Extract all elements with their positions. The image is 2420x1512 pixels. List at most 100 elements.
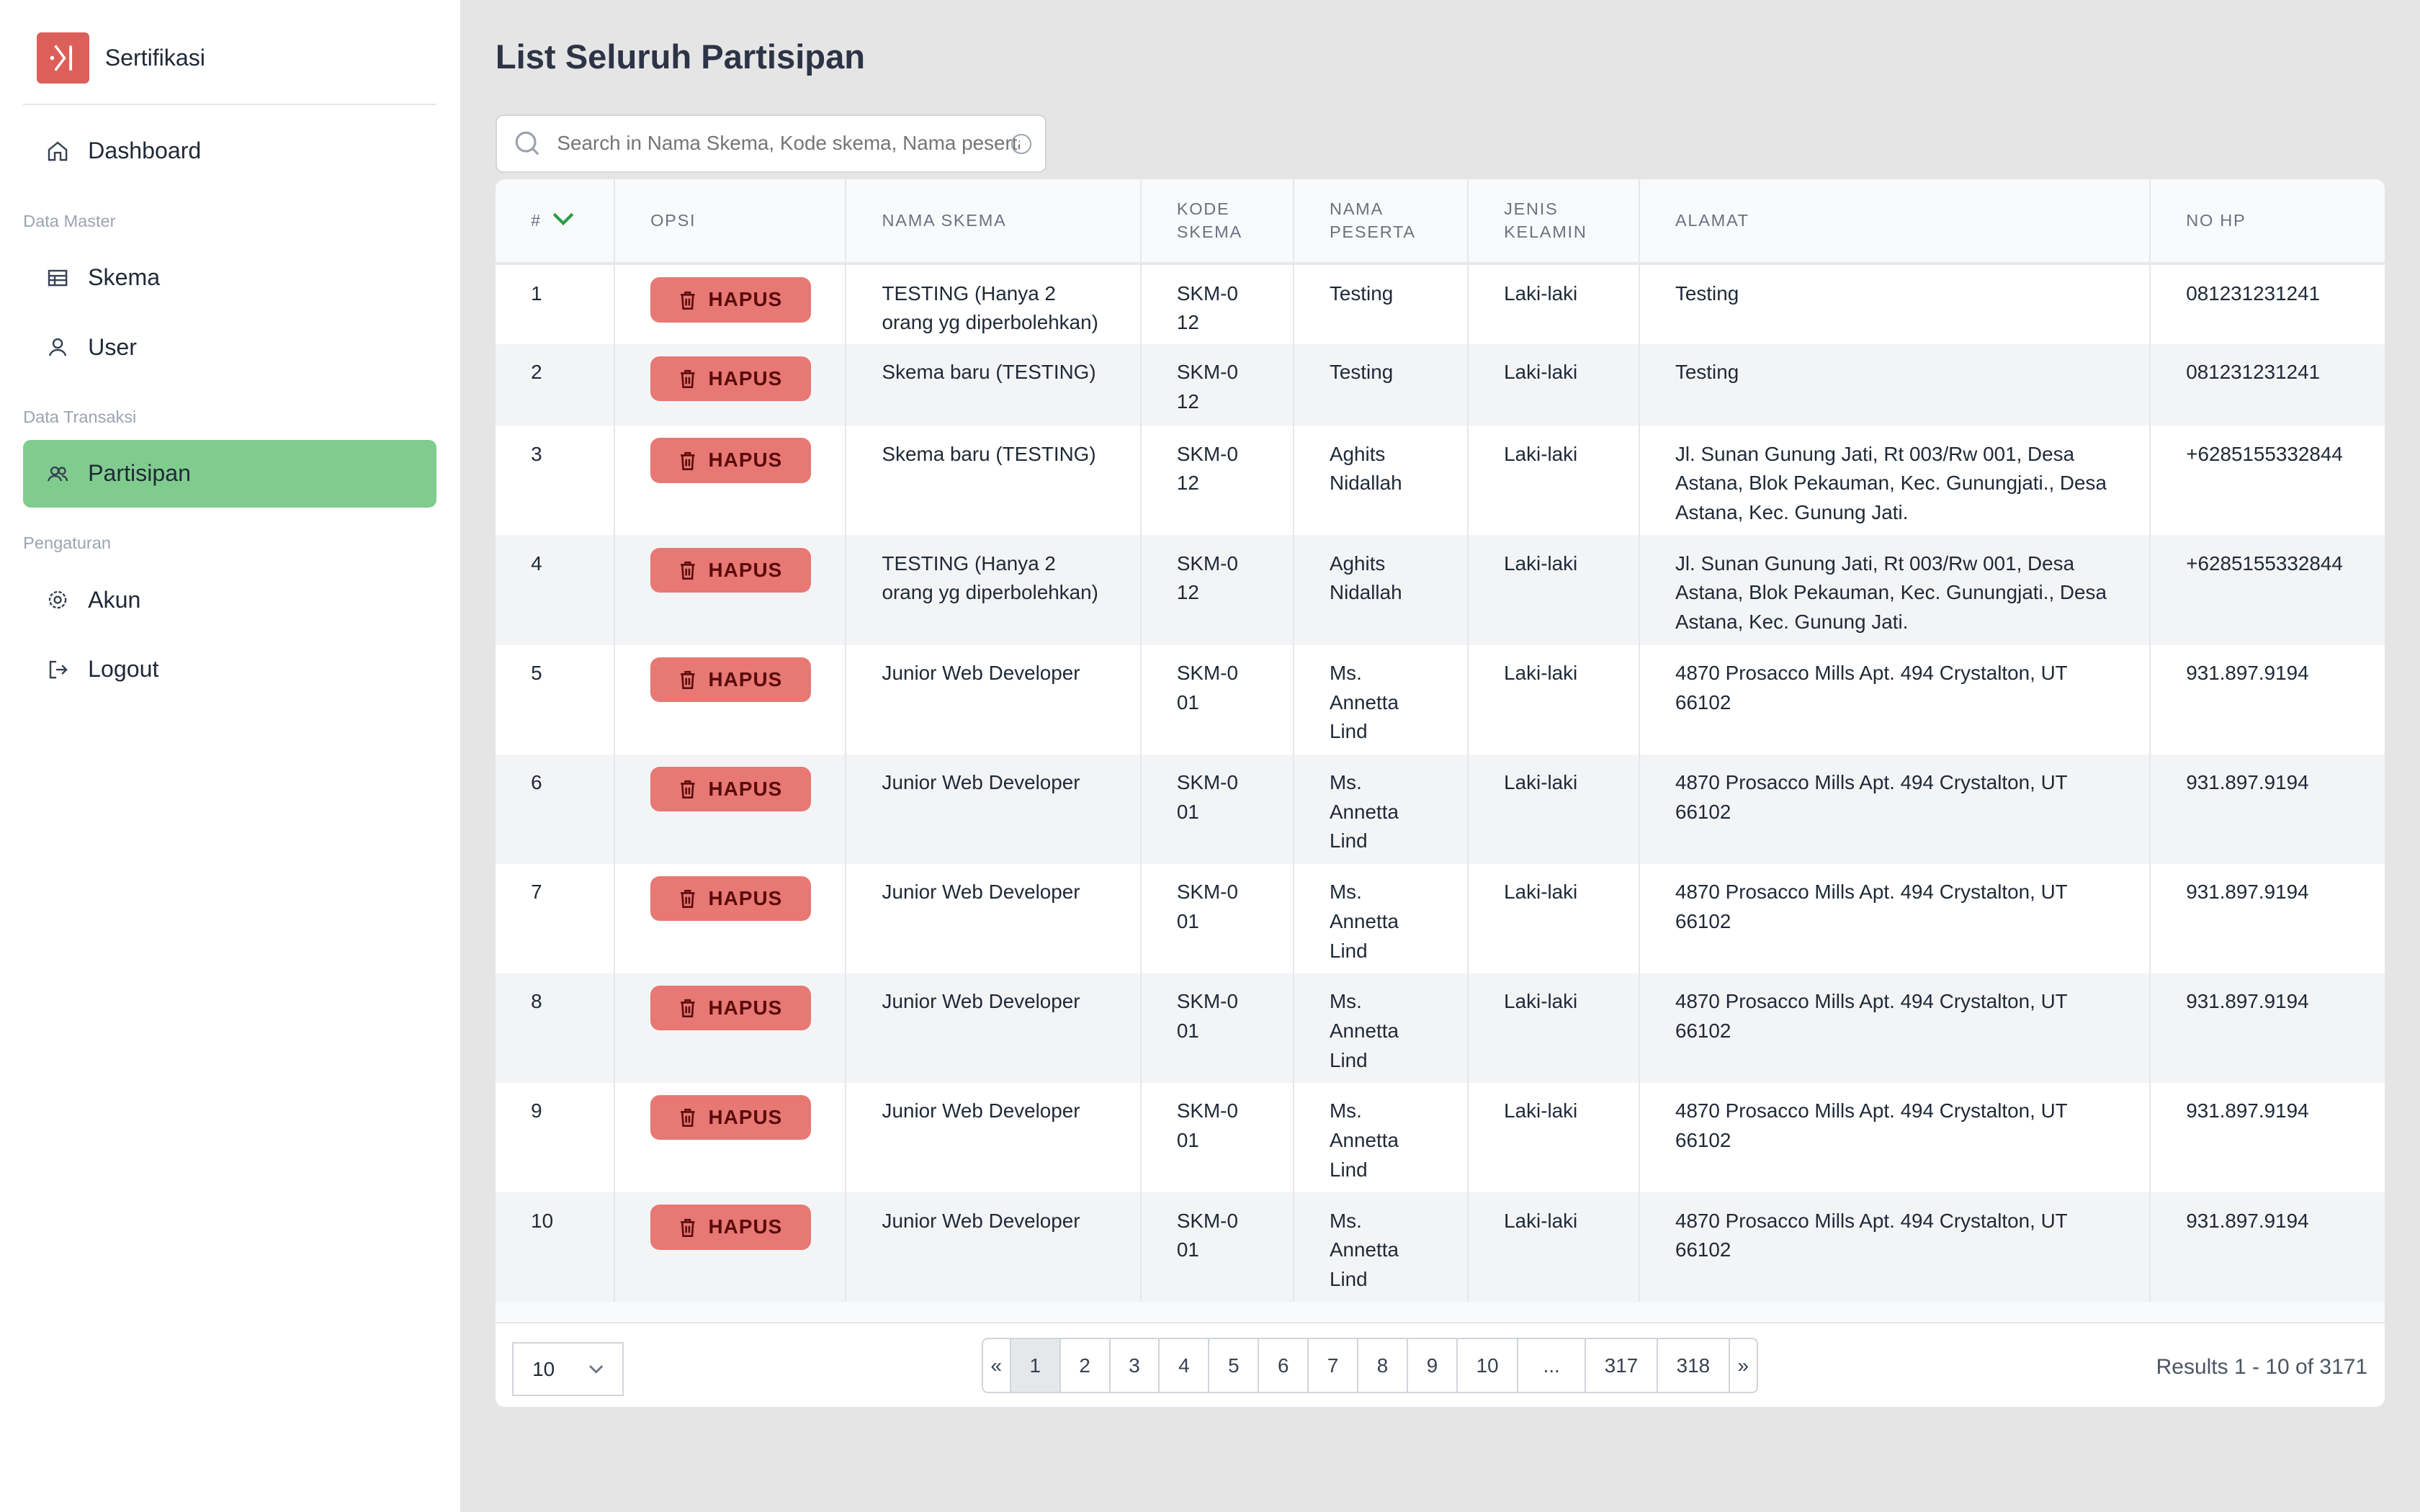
- cell-jenis-kelamin: Laki-laki: [1467, 343, 1640, 426]
- delete-label: HAPUS: [708, 449, 783, 472]
- cell-number: 8: [495, 973, 615, 1084]
- cell-nama-skema: Junior Web Developer: [846, 863, 1142, 973]
- search-box[interactable]: [495, 114, 1047, 173]
- delete-button[interactable]: HAPUS: [650, 876, 811, 922]
- cell-nama-peserta: Ms. Annetta Lind: [1293, 863, 1469, 973]
- table-footer-band: [495, 1302, 2385, 1324]
- column-header-nama-peserta[interactable]: NAMA PESERTA: [1293, 179, 1469, 266]
- cell-nama-skema: Junior Web Developer: [846, 973, 1142, 1084]
- table-row: 5 HAPUS Junior Web Developer SKM-001 Ms.…: [495, 644, 2385, 755]
- cell-nama-peserta: Ms. Annetta Lind: [1293, 644, 1469, 755]
- sidebar-item-label: Dashboard: [88, 138, 202, 164]
- page-button[interactable]: 2: [1061, 1339, 1111, 1392]
- cell-jenis-kelamin: Laki-laki: [1467, 1083, 1640, 1193]
- table-row: 4 HAPUS TESTING (Hanya 2 orang yg diperb…: [495, 535, 2385, 645]
- cell-alamat: 4870 Prosacco Mills Apt. 494 Crystalton,…: [1639, 1083, 2151, 1193]
- app: Sertifikasi Dashboard Data Master Skema …: [0, 0, 2420, 1512]
- section-pengaturan: Pengaturan: [23, 534, 111, 553]
- cell-nama-peserta: Ms. Annetta Lind: [1293, 1083, 1469, 1193]
- column-header-number[interactable]: #: [495, 179, 615, 266]
- page-button[interactable]: 6: [1259, 1339, 1309, 1392]
- cell-kode-skema: SKM-012: [1140, 426, 1294, 536]
- trash-icon: [680, 999, 695, 1018]
- page-title: List Seluruh Partisipan: [495, 37, 866, 76]
- column-header-kode-skema[interactable]: KODE SKEMA: [1140, 179, 1294, 266]
- next-page-button[interactable]: »: [1730, 1339, 1757, 1392]
- table-row: 3 HAPUS Skema baru (TESTING) SKM-012 Agh…: [495, 426, 2385, 536]
- sidebar-item-dashboard[interactable]: Dashboard: [23, 117, 436, 185]
- delete-button[interactable]: HAPUS: [650, 277, 811, 323]
- cell-number: 1: [495, 264, 615, 344]
- column-header-alamat[interactable]: ALAMAT: [1639, 179, 2151, 266]
- delete-button[interactable]: HAPUS: [650, 438, 811, 483]
- delete-button[interactable]: HAPUS: [650, 547, 811, 593]
- cell-jenis-kelamin: Laki-laki: [1467, 535, 1640, 645]
- sidebar-item-skema[interactable]: Skema: [23, 244, 436, 312]
- per-page-select[interactable]: 10: [512, 1342, 624, 1397]
- cell-alamat: 4870 Prosacco Mills Apt. 494 Crystalton,…: [1639, 1192, 2151, 1302]
- sidebar-item-partisipan[interactable]: Partisipan: [23, 439, 437, 508]
- prev-page-button[interactable]: «: [983, 1339, 1011, 1392]
- trash-icon: [680, 1218, 695, 1237]
- cell-opsi: HAPUS: [614, 863, 847, 973]
- sort-desc-icon[interactable]: [552, 211, 574, 226]
- delete-button[interactable]: HAPUS: [650, 1095, 811, 1140]
- page-button[interactable]: 4: [1160, 1339, 1210, 1392]
- cell-nama-peserta: Aghits Nidallah: [1293, 426, 1469, 536]
- trash-icon: [680, 451, 695, 470]
- cell-nama-skema: TESTING (Hanya 2 orang yg diperbolehkan): [846, 535, 1142, 645]
- delete-button[interactable]: HAPUS: [650, 1205, 811, 1250]
- cell-nama-skema: Junior Web Developer: [846, 644, 1142, 755]
- page-button[interactable]: 9: [1408, 1339, 1458, 1392]
- delete-label: HAPUS: [708, 777, 783, 800]
- column-header-jenis-kelamin[interactable]: JENIS KELAMIN: [1467, 179, 1640, 266]
- search-input[interactable]: [554, 130, 1023, 157]
- per-page-value: 10: [532, 1357, 555, 1380]
- section-data-transaksi: Data Transaksi: [23, 407, 137, 426]
- cell-jenis-kelamin: Laki-laki: [1467, 863, 1640, 973]
- delete-button[interactable]: HAPUS: [650, 657, 811, 702]
- trash-icon: [680, 780, 695, 798]
- cell-no-hp: 931.897.9194: [2149, 863, 2385, 973]
- sidebar-item-user[interactable]: User: [23, 313, 436, 381]
- cell-number: 2: [495, 343, 615, 426]
- sidebar-item-logout[interactable]: Logout: [23, 636, 436, 703]
- sidebar: Sertifikasi Dashboard Data Master Skema …: [0, 0, 460, 1512]
- cell-opsi: HAPUS: [614, 754, 847, 864]
- sidebar-item-akun[interactable]: Akun: [23, 566, 436, 634]
- delete-label: HAPUS: [708, 366, 783, 390]
- cell-no-hp: 931.897.9194: [2149, 973, 2385, 1084]
- participants-table: # OPSI NAMA SKEMA KODE SKEMA NAMA PESERT…: [495, 179, 2385, 1302]
- cell-kode-skema: SKM-001: [1140, 863, 1294, 973]
- cell-kode-skema: SKM-001: [1140, 754, 1294, 864]
- page-button[interactable]: 10: [1458, 1339, 1519, 1392]
- sidebar-item-label: User: [88, 333, 137, 360]
- delete-label: HAPUS: [708, 1106, 783, 1129]
- column-header-no-hp[interactable]: NO HP: [2149, 179, 2385, 266]
- cell-number: 7: [495, 863, 615, 973]
- page-button[interactable]: 317: [1586, 1339, 1658, 1392]
- cell-number: 5: [495, 644, 615, 755]
- delete-button[interactable]: HAPUS: [650, 986, 811, 1031]
- cell-alamat: 4870 Prosacco Mills Apt. 494 Crystalton,…: [1639, 754, 2151, 864]
- page-button[interactable]: 3: [1111, 1339, 1160, 1392]
- delete-button[interactable]: HAPUS: [650, 356, 811, 401]
- page-button[interactable]: 8: [1358, 1339, 1408, 1392]
- page-button[interactable]: 5: [1209, 1339, 1260, 1392]
- page-button[interactable]: 1: [1010, 1339, 1061, 1392]
- cell-opsi: HAPUS: [614, 535, 847, 645]
- page-button[interactable]: 318: [1658, 1339, 1730, 1392]
- cell-kode-skema: SKM-001: [1140, 1192, 1294, 1302]
- cell-kode-skema: SKM-012: [1140, 535, 1294, 645]
- cell-jenis-kelamin: Laki-laki: [1467, 754, 1640, 864]
- gear-icon: [49, 591, 67, 609]
- table-row: 6 HAPUS Junior Web Developer SKM-001 Ms.…: [495, 754, 2385, 864]
- page-button[interactable]: 7: [1309, 1339, 1359, 1392]
- logout-icon: [50, 660, 68, 679]
- cell-jenis-kelamin: Laki-laki: [1467, 426, 1640, 536]
- clear-search-icon[interactable]: [1011, 134, 1031, 154]
- cell-no-hp: +6285155332844: [2149, 426, 2385, 536]
- brand[interactable]: Sertifikasi: [37, 32, 205, 84]
- column-header-nama-skema[interactable]: NAMA SKEMA: [846, 179, 1142, 266]
- delete-button[interactable]: HAPUS: [650, 766, 811, 811]
